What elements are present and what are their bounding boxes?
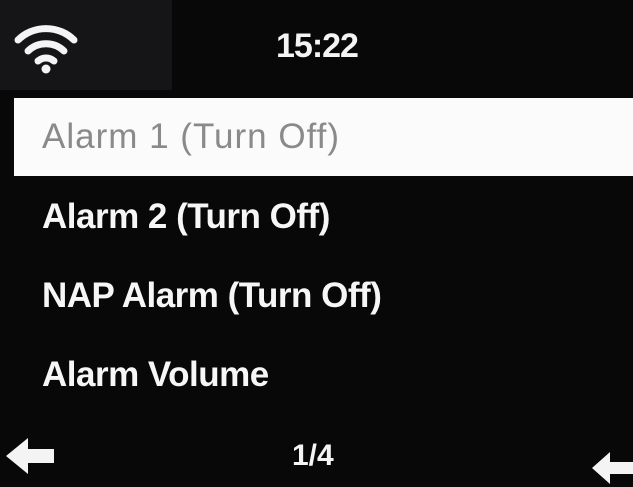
menu-item-label: Alarm Volume xyxy=(42,354,269,394)
footer-bar: 1/4 xyxy=(0,420,633,487)
clock: 15:22 xyxy=(276,27,359,65)
enter-arrow-icon[interactable] xyxy=(592,446,633,486)
alarm-menu: Alarm 1 (Turn Off) Alarm 2 (Turn Off) NA… xyxy=(0,98,633,415)
menu-item-label: Alarm 2 (Turn Off) xyxy=(42,196,330,236)
left-arrow-icon[interactable] xyxy=(4,436,58,476)
menu-item-alarm-2[interactable]: Alarm 2 (Turn Off) xyxy=(0,178,633,255)
menu-item-alarm-1[interactable]: Alarm 1 (Turn Off) xyxy=(14,98,633,176)
radio-display: 15:22 Alarm 1 (Turn Off) Alarm 2 (Turn O… xyxy=(0,0,633,487)
menu-item-alarm-volume[interactable]: Alarm Volume xyxy=(0,336,633,413)
status-bar: 15:22 xyxy=(0,0,633,90)
wifi-icon xyxy=(14,25,78,74)
menu-item-nap-alarm[interactable]: NAP Alarm (Turn Off) xyxy=(0,257,633,334)
wifi-indicator xyxy=(0,0,172,90)
menu-item-label: Alarm 1 (Turn Off) xyxy=(42,117,341,156)
menu-item-label: NAP Alarm (Turn Off) xyxy=(42,275,382,315)
page-indicator: 1/4 xyxy=(292,439,334,472)
